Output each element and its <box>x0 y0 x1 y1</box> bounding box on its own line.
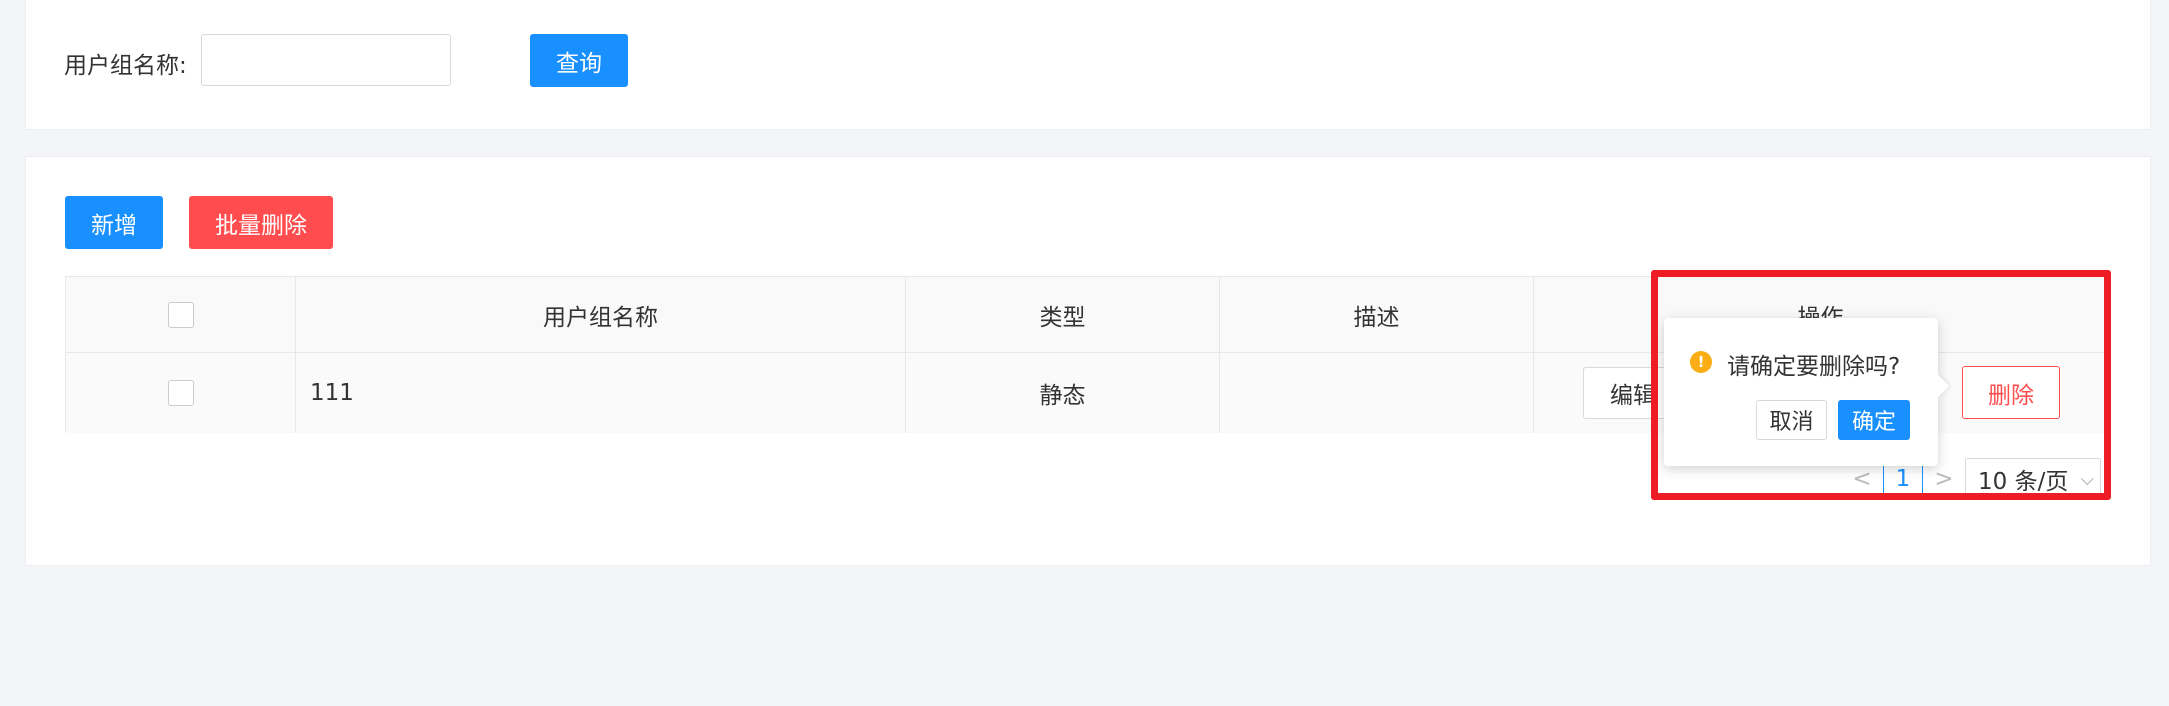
warning-icon: ! <box>1690 351 1712 373</box>
page-size-select[interactable]: 10 条/页 ⌵ <box>1965 458 2101 500</box>
popconfirm-message: 请确定要删除吗? <box>1727 354 1901 380</box>
row-select-cell <box>66 353 296 433</box>
group-name-label: 用户组名称: <box>64 53 187 79</box>
header-description: 描述 <box>1220 277 1534 352</box>
cancel-button[interactable]: 取消 <box>1756 400 1827 440</box>
header-group-name: 用户组名称 <box>296 277 906 352</box>
select-all-checkbox[interactable] <box>167 301 194 328</box>
page-size-value: 10 条/页 <box>1978 469 2069 495</box>
row-checkbox[interactable] <box>167 380 194 406</box>
confirm-button[interactable]: 确定 <box>1838 400 1910 440</box>
prev-page-button[interactable]: < <box>1848 462 1876 496</box>
query-button[interactable]: 查询 <box>530 34 628 87</box>
batch-delete-button[interactable]: 批量删除 <box>189 196 333 249</box>
delete-button[interactable]: 删除 <box>1962 366 2060 419</box>
cell-group-name: 111 <box>296 353 906 433</box>
header-type: 类型 <box>906 277 1220 352</box>
delete-popconfirm: ! 请确定要删除吗? 取消 确定 <box>1664 318 1950 466</box>
chevron-down-icon: ⌵ <box>2080 468 2094 490</box>
header-select-cell <box>66 277 296 352</box>
next-page-button[interactable]: > <box>1930 462 1958 496</box>
cell-description <box>1220 353 1534 433</box>
cell-type: 静态 <box>906 353 1220 433</box>
add-button[interactable]: 新增 <box>65 196 163 249</box>
group-name-input[interactable] <box>201 34 451 86</box>
